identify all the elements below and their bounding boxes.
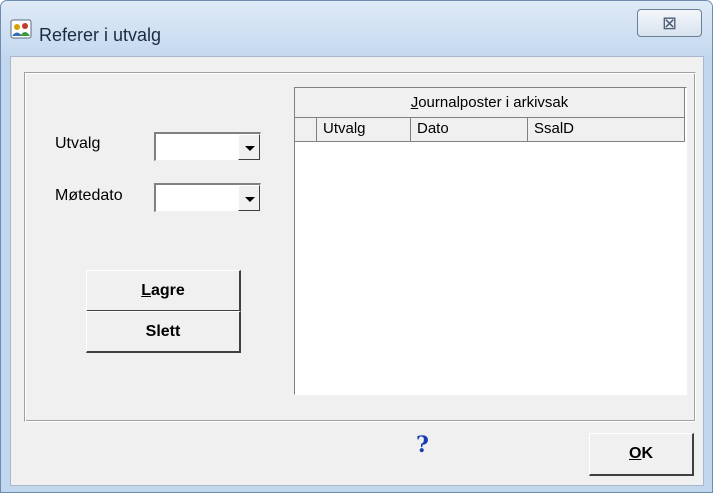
title-bar[interactable]: Referer i utvalg ⊠ [1, 1, 712, 55]
chevron-down-icon [245, 197, 255, 202]
column-header-ssalid[interactable]: SsalD [528, 118, 685, 141]
motedato-dropdown-button[interactable] [238, 185, 260, 211]
grid-body[interactable] [295, 142, 685, 392]
slett-button[interactable]: Slett [86, 311, 241, 353]
motedato-label: Møtedato [55, 187, 123, 204]
grid-header-row: Utvalg Dato SsalD [295, 118, 685, 142]
close-button[interactable]: ⊠ [637, 9, 702, 37]
ok-button[interactable]: OK [589, 433, 694, 476]
lagre-label: Lagre [141, 281, 185, 299]
ok-label: OK [628, 445, 653, 462]
chevron-down-icon [245, 146, 255, 151]
dialog-window: Referer i utvalg ⊠ Utvalg Møtedato Lagre… [0, 0, 713, 493]
window-title: Referer i utvalg [39, 25, 162, 45]
utvalg-dropdown[interactable] [154, 132, 261, 161]
utvalg-dropdown-button[interactable] [238, 134, 260, 160]
slett-label: Slett [145, 322, 181, 340]
lagre-button[interactable]: Lagre [86, 270, 241, 312]
column-header-dato[interactable]: Dato [411, 118, 528, 141]
people-icon [10, 19, 32, 39]
row-selector-header[interactable] [295, 118, 317, 141]
dialog-client-area: Utvalg Møtedato Lagre Slett Journalposte… [10, 56, 704, 486]
grid-caption-label: Journalposter i arkivsak [410, 94, 569, 111]
column-header-utvalg[interactable]: Utvalg [317, 118, 411, 141]
help-icon[interactable]: ? [416, 432, 429, 458]
utvalg-label: Utvalg [55, 135, 101, 152]
grid-caption[interactable]: Journalposter i arkivsak [295, 88, 685, 118]
motedato-dropdown[interactable] [154, 183, 261, 212]
close-icon: ⊠ [661, 12, 678, 34]
journalposter-grid[interactable]: Journalposter i arkivsak Utvalg Dato Ssa… [294, 87, 687, 395]
